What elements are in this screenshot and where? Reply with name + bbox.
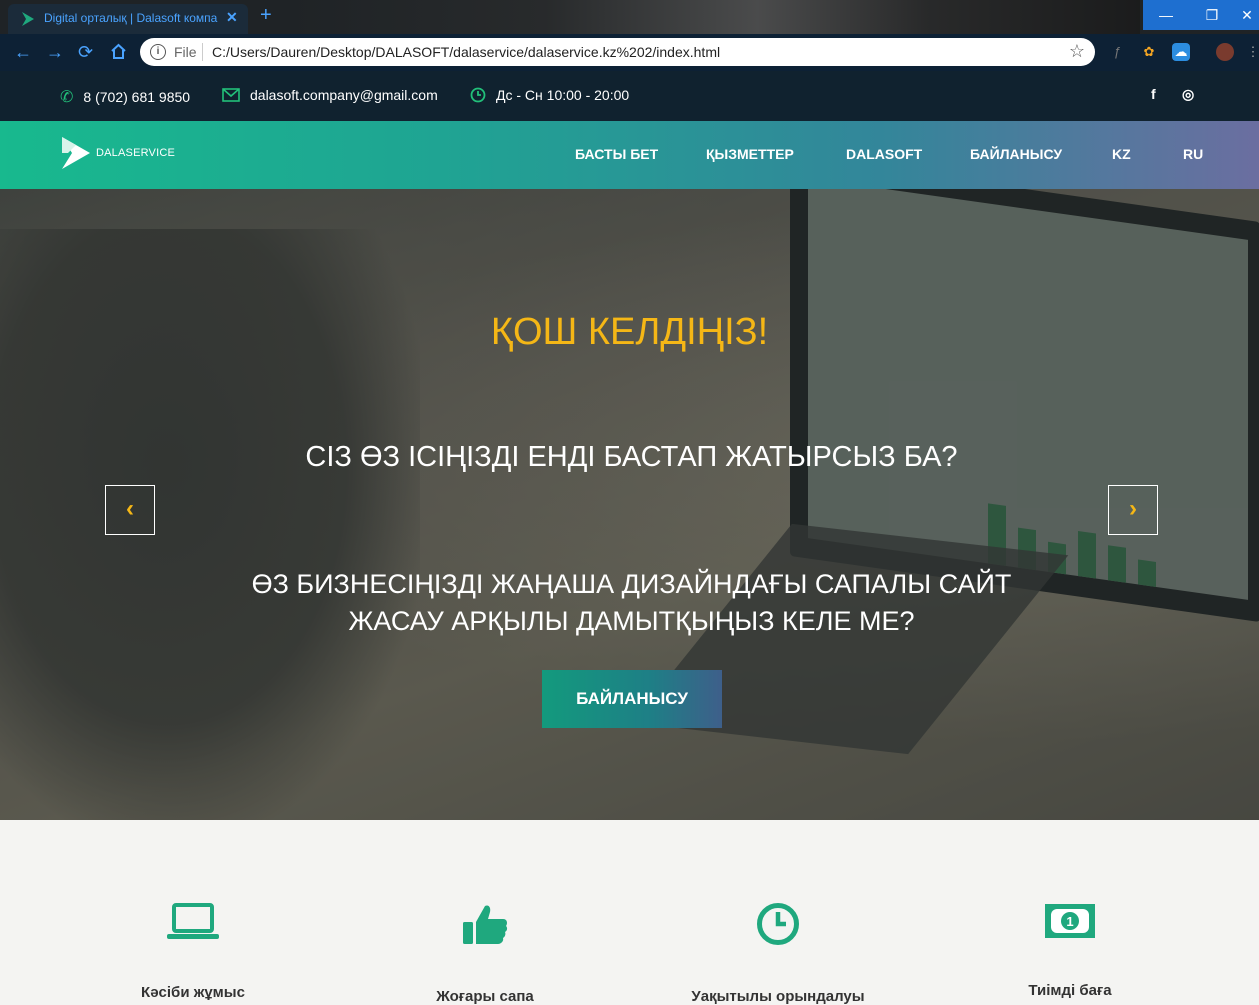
main-navbar: DALASERVICE БАСТЫ БЕТ ҚЫЗМЕТТЕР DALASOFT… [0,121,1259,189]
carousel-next-button[interactable]: › [1108,485,1158,535]
browser-menu-icon[interactable]: ⋮ [1244,43,1259,61]
close-window-button[interactable]: ✕ [1235,0,1259,30]
feature-label: Уақытылы орындалуы [691,988,865,1005]
back-arrow-icon[interactable]: ← [14,42,32,62]
logo-text: DALASERVICE [96,147,176,159]
nav-home[interactable]: БАСТЫ БЕТ [575,146,658,162]
profile-avatar[interactable] [1216,43,1234,61]
nav-contact[interactable]: БАЙЛАНЫСУ [970,146,1062,162]
bookmark-star-icon[interactable]: ☆ [1069,41,1085,62]
url-text[interactable]: C:/Users/Dauren/Desktop/DALASOFT/dalaser… [212,44,720,60]
phone-number: 8 (702) 681 9850 [83,89,191,105]
nav-services[interactable]: ҚЫЗМЕТТЕР [706,146,794,162]
reload-icon[interactable]: ⟳ [78,42,93,62]
address-separator [202,43,203,61]
clock-icon [757,903,799,945]
hero-carousel: ҚОШ КЕЛДІҢІЗ! СІЗ ӨЗ ІСІҢІЗДІ ЕНДІ БАСТА… [0,189,1259,820]
site-favicon-icon [22,12,34,26]
site-logo[interactable]: DALASERVICE [60,135,175,171]
contact-cta-button[interactable]: БАЙЛАНЫСУ [542,670,722,728]
tab-title: Digital орталық | Dalasoft компа [44,11,218,25]
browser-tab-bar: Digital орталық | Dalasoft компа ✕ + — ❐… [0,0,1259,34]
logo-play-icon [62,137,90,169]
feature-item: 1 Тиімді баға [940,902,1200,999]
file-scheme-label: File [174,44,197,60]
nav-dalasoft[interactable]: DALASOFT [846,146,922,162]
money-icon: 1 [1045,904,1095,938]
feature-label: Тиімді баға [1028,982,1112,999]
nav-lang-kz[interactable]: KZ [1112,146,1131,162]
chevron-left-icon: ‹ [126,495,134,522]
minimize-button[interactable]: — [1143,0,1189,30]
email-address: dalasoft.company@gmail.com [250,87,438,103]
address-bar[interactable]: i File C:/Users/Dauren/Desktop/DALASOFT/… [140,38,1095,66]
carousel-prev-button[interactable]: ‹ [105,485,155,535]
hero-question-2: ӨЗ БИЗНЕСІҢІЗДІ ЖАҢАША ДИЗАЙНДАҒЫ САПАЛЫ… [0,566,1259,640]
extension-formula-icon[interactable]: ƒ [1108,43,1126,61]
envelope-icon [222,88,240,102]
phone-icon: ✆ [60,89,74,106]
feature-item: Жоғары сапа [355,902,615,1005]
facebook-icon[interactable]: f [1151,86,1156,102]
email-contact[interactable]: dalasoft.company@gmail.com [222,87,438,103]
hero-question-1: СІЗ ӨЗ ІСІҢІЗДІ ЕНДІ БАСТАП ЖАТЫРСЫЗ БА? [305,441,958,473]
nav-lang-ru[interactable]: RU [1183,146,1203,162]
phone-contact[interactable]: ✆ 8 (702) 681 9850 [60,87,190,107]
hero-question-2-line-1: ӨЗ БИЗНЕСІҢІЗДІ ЖАҢАША ДИЗАЙНДАҒЫ САПАЛЫ… [251,569,1012,599]
hours-text: Дс - Сн 10:00 - 20:00 [496,87,630,103]
extension-paw-icon[interactable]: ✿ [1140,43,1158,61]
tab-bar-background [290,0,1140,34]
forward-arrow-icon[interactable]: → [46,42,64,62]
clock-small-icon [470,87,486,103]
hero-question-2-line-2: ЖАСАУ АРҚЫЛЫ ДАМЫТҚЫҢЫЗ КЕЛЕ МЕ? [348,606,915,636]
tab-close-icon[interactable]: ✕ [226,9,238,26]
home-icon[interactable] [110,43,127,60]
working-hours: Дс - Сн 10:00 - 20:00 [470,87,629,103]
features-section: Кәсіби жұмыс Жоғары сапа Уақытылы орында… [0,820,1259,1005]
browser-tab[interactable]: Digital орталық | Dalasoft компа ✕ [8,4,248,34]
restore-button[interactable]: ❐ [1189,0,1235,30]
thumbs-up-icon [463,905,508,944]
hero-welcome-title: ҚОШ КЕЛДІҢІЗ! [490,311,769,353]
chevron-right-icon: › [1129,495,1137,522]
instagram-icon[interactable]: ◎ [1182,86,1194,103]
feature-label: Жоғары сапа [436,988,534,1005]
svg-text:1: 1 [1066,914,1073,929]
browser-toolbar: ← → ⟳ i File C:/Users/Dauren/Desktop/DAL… [0,34,1259,71]
laptop-icon [167,903,219,939]
contact-info-bar: ✆ 8 (702) 681 9850 dalasoft.company@gmai… [0,71,1259,121]
feature-item: Уақытылы орындалуы [648,902,908,1005]
feature-item: Кәсіби жұмыс [63,902,323,1001]
info-icon[interactable]: i [150,44,166,60]
new-tab-button[interactable]: + [260,4,272,27]
extension-cloud-icon[interactable]: ☁ [1172,43,1190,61]
feature-label: Кәсіби жұмыс [141,984,245,1001]
